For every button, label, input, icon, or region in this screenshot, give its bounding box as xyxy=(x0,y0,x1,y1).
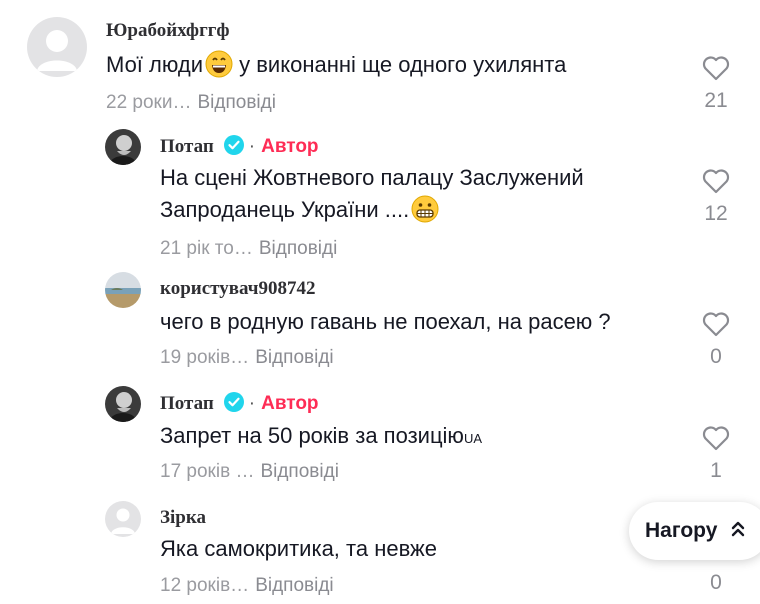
comment-meta: 21 рік то… Відповіді xyxy=(160,238,337,260)
comment-time: 17 років … xyxy=(160,461,255,482)
grinning-sweat-face-icon xyxy=(205,50,233,87)
comment-text: Мої люди у виконанні ще одного ухилянта xyxy=(106,49,566,87)
reply-button[interactable]: Відповіді xyxy=(255,347,333,368)
comment-meta: 19 років… Відповіді xyxy=(160,347,334,369)
reply-button[interactable]: Відповіді xyxy=(255,575,333,596)
like-count: 12 xyxy=(704,202,728,225)
author-badge: Автор xyxy=(261,136,319,157)
comment-time: 21 рік то… xyxy=(160,238,253,259)
comment-meta: 12 років… Відповіді xyxy=(160,575,334,597)
avatar[interactable] xyxy=(105,272,141,308)
double-chevron-up-icon xyxy=(731,520,745,543)
reply-button[interactable]: Відповіді xyxy=(259,238,337,259)
verified-badge-icon xyxy=(223,392,244,418)
grimacing-face-icon xyxy=(411,195,439,232)
comment-time: 22 роки… xyxy=(106,92,192,113)
heart-icon xyxy=(702,169,730,194)
heart-icon xyxy=(702,426,730,451)
comment-meta: 17 років … Відповіді xyxy=(160,461,339,483)
comment-username[interactable]: Потап · Автор xyxy=(160,135,319,161)
comment-text: чего в родную гавань не поехал, на расею… xyxy=(160,309,611,334)
comment-text: Яка самокритика, та невже xyxy=(160,536,437,561)
comment-time: 19 років… xyxy=(160,347,250,368)
like-count: 0 xyxy=(710,571,722,594)
author-badge: Автор xyxy=(261,393,319,414)
avatar[interactable] xyxy=(105,129,141,165)
like-count: 1 xyxy=(710,459,722,482)
avatar[interactable] xyxy=(27,17,87,77)
like-count: 21 xyxy=(704,89,728,112)
reply-button[interactable]: Відповіді xyxy=(197,92,275,113)
like-button[interactable]: 1 xyxy=(696,425,736,483)
comment-username[interactable]: Юрабойхфггф xyxy=(106,20,229,42)
comment-username[interactable]: користувач908742 xyxy=(160,278,315,300)
back-to-top-button[interactable]: Нагору xyxy=(629,502,760,560)
like-count: 0 xyxy=(710,345,722,368)
like-button[interactable]: 0 xyxy=(696,311,736,369)
comment-text: На сцені Жовтневого палацу Заслужений За… xyxy=(160,162,584,232)
reply-button[interactable]: Відповіді xyxy=(260,461,338,482)
like-button[interactable]: 12 xyxy=(696,168,736,226)
avatar[interactable] xyxy=(105,386,141,422)
comment-username[interactable]: Зірка xyxy=(160,507,206,529)
heart-icon xyxy=(702,56,730,81)
comment-username[interactable]: Потап · Автор xyxy=(160,392,319,418)
comment-meta: 22 роки… Відповіді xyxy=(106,92,276,114)
comment-text: Запрет на 50 років за позиціюUA xyxy=(160,423,482,448)
heart-icon xyxy=(702,312,730,337)
like-button[interactable]: 21 xyxy=(696,55,736,113)
comment-time: 12 років… xyxy=(160,575,250,596)
verified-badge-icon xyxy=(223,135,244,161)
avatar[interactable] xyxy=(105,501,141,537)
